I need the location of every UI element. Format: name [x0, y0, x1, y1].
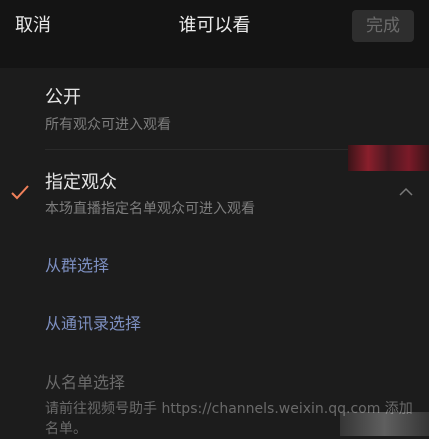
- option-public-title: 公开: [45, 87, 81, 108]
- redacted-area: [348, 145, 429, 171]
- select-from-group-link[interactable]: 从群选择: [45, 255, 109, 277]
- check-icon: [11, 185, 29, 200]
- option-specified-subtitle: 本场直播指定名单观众可进入观看: [45, 201, 255, 217]
- select-from-list-item: 从名单选择: [45, 373, 126, 392]
- option-public-subtitle: 所有观众可进入观看: [45, 117, 171, 133]
- done-button[interactable]: 完成: [352, 10, 414, 42]
- select-from-contacts-link[interactable]: 从通讯录选择: [45, 313, 141, 335]
- top-bar: 取消 谁可以看 完成: [0, 0, 429, 68]
- watermark-overlay: [340, 412, 429, 436]
- option-specified-title: 指定观众: [45, 172, 117, 193]
- chevron-up-icon[interactable]: [398, 187, 414, 197]
